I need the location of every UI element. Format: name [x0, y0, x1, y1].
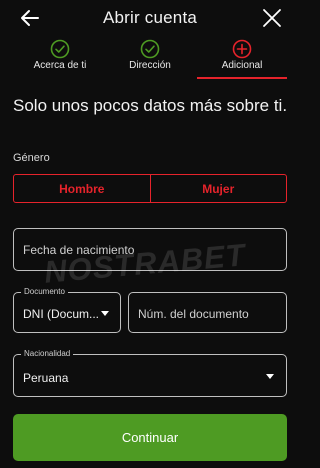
- gender-label: Género: [13, 152, 50, 164]
- step-about-you[interactable]: Acerca de ti: [10, 36, 110, 80]
- document-type-value: DNI (Docum...: [23, 307, 100, 321]
- document-type-select[interactable]: Documento DNI (Docum...: [13, 287, 121, 333]
- continue-button[interactable]: Continuar: [13, 414, 287, 461]
- document-type-label: Documento: [21, 287, 68, 296]
- progress-steps: Acerca de ti Dirección Adicional: [0, 36, 300, 80]
- gender-male-button[interactable]: Hombre: [14, 175, 150, 202]
- gender-female-button[interactable]: Mujer: [149, 175, 287, 202]
- birth-date-field[interactable]: Fecha de nacimiento: [13, 228, 287, 271]
- birth-date-placeholder: Fecha de nacimiento: [23, 243, 135, 257]
- page-title: Abrir cuenta: [102, 8, 198, 27]
- nationality-value: Peruana: [23, 371, 69, 385]
- step-label: Acerca de ti: [33, 60, 87, 71]
- nationality-select[interactable]: Nacionalidad Peruana: [13, 349, 287, 397]
- nationality-label: Nacionalidad: [21, 349, 74, 358]
- check-circle-icon: [140, 39, 160, 59]
- form-heading: Solo unos pocos datos más sobre ti.: [13, 96, 288, 115]
- step-additional[interactable]: Adicional: [192, 36, 292, 80]
- gender-toggle: Hombre Mujer: [13, 174, 287, 203]
- step-label: Dirección: [129, 60, 171, 71]
- check-circle-icon: [50, 39, 70, 59]
- plus-circle-icon: [232, 39, 252, 59]
- document-number-field[interactable]: Núm. del documento: [128, 292, 287, 333]
- close-icon[interactable]: [262, 8, 282, 28]
- header-bar: Abrir cuenta: [0, 0, 300, 36]
- step-address[interactable]: Dirección: [100, 36, 200, 80]
- caret-down-icon: [266, 374, 274, 379]
- document-number-placeholder: Núm. del documento: [138, 307, 249, 321]
- active-step-indicator: [197, 77, 287, 79]
- caret-down-icon: [101, 311, 109, 316]
- step-label: Adicional: [221, 60, 263, 71]
